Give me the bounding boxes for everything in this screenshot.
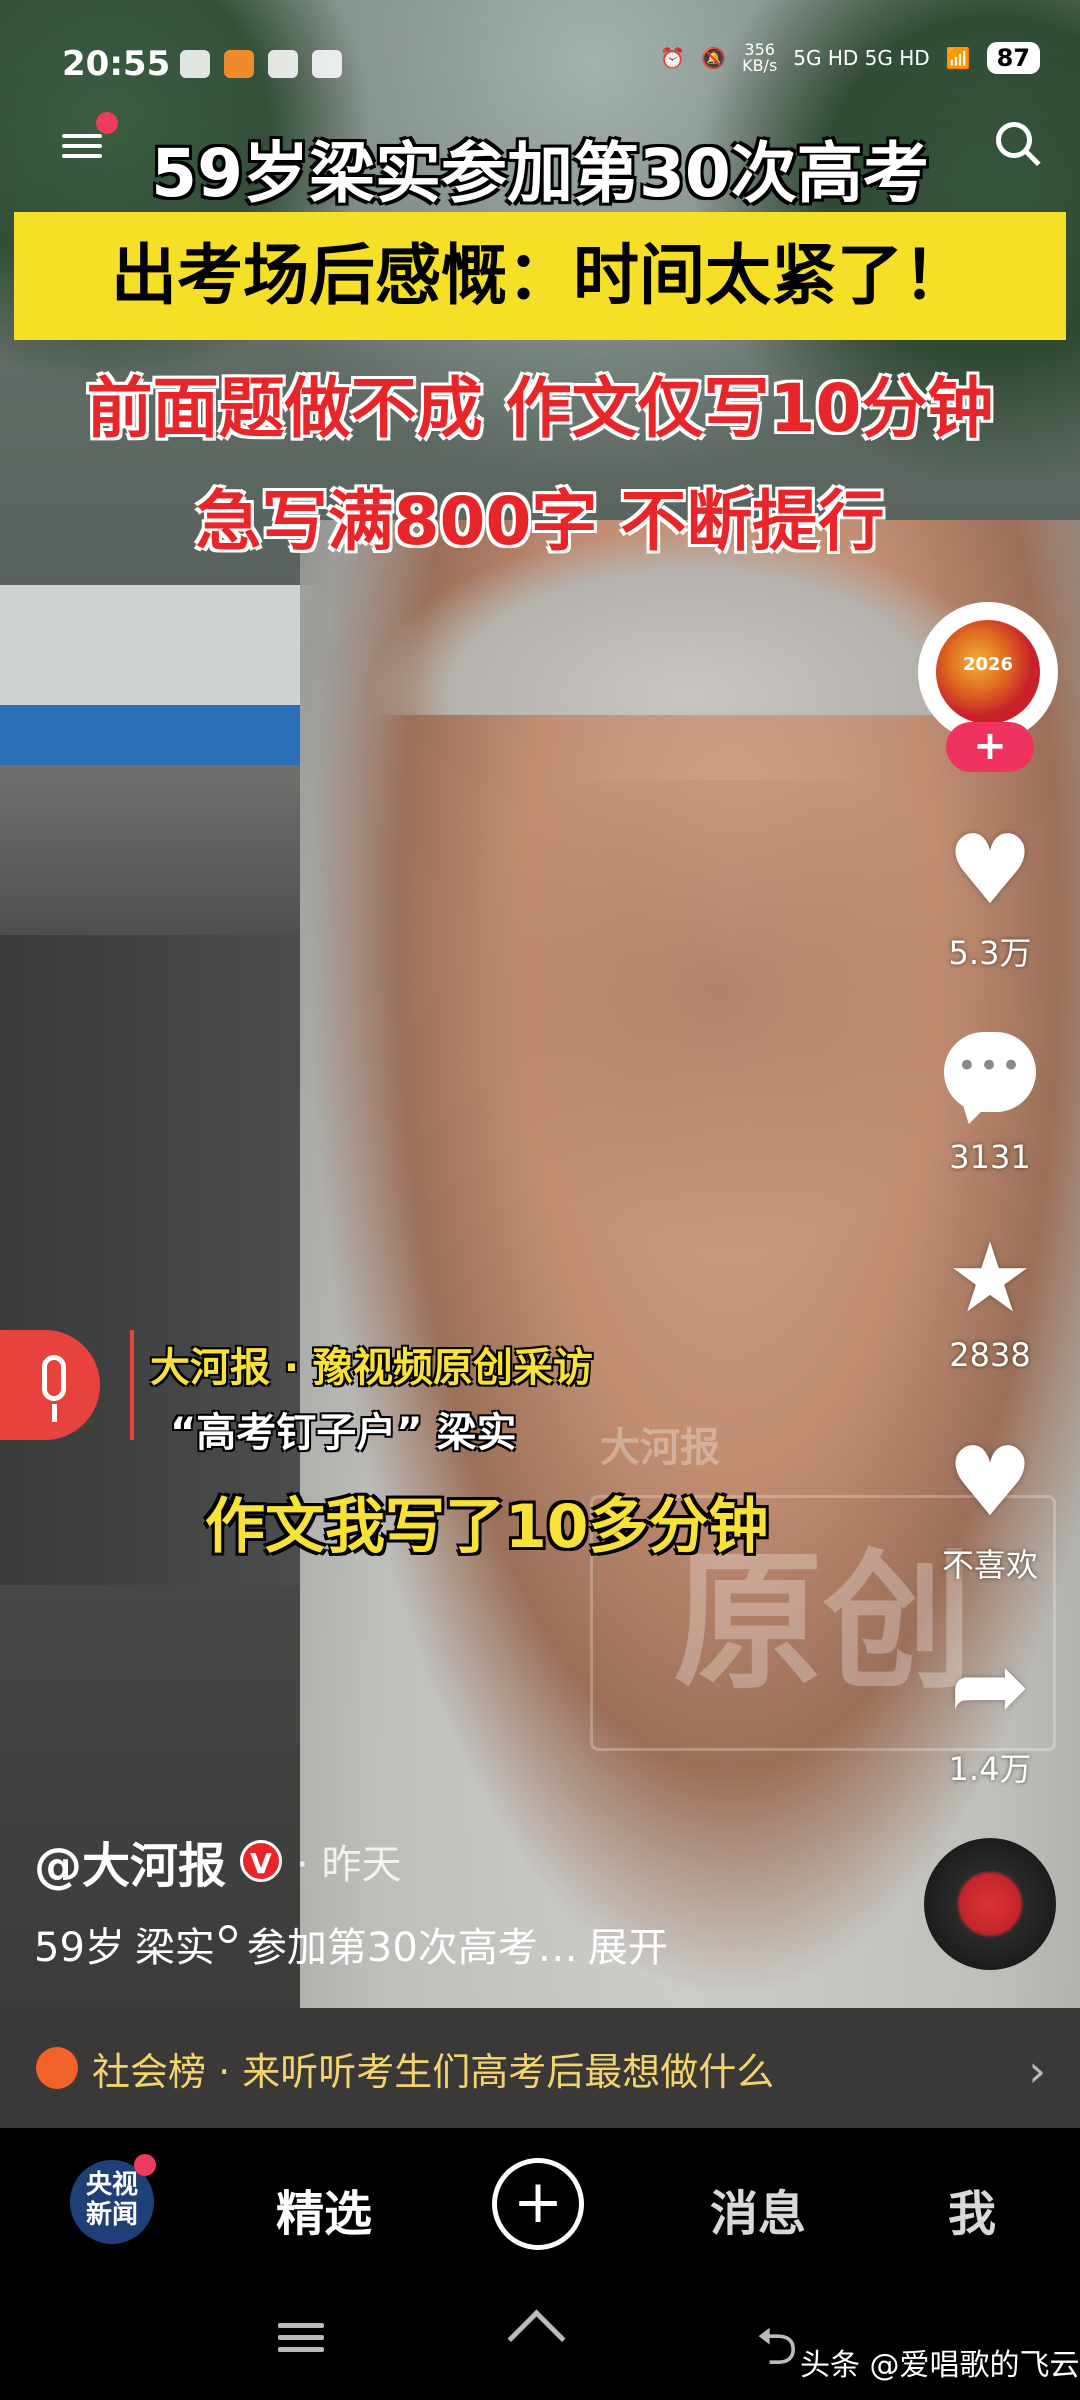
video-title-line1: 59岁梁实参加第30次高考 <box>151 135 929 212</box>
favorite-count: 2838 <box>949 1336 1031 1374</box>
favorite-button[interactable]: ★ 2838 <box>920 1228 1060 1374</box>
star-icon: ★ <box>946 1222 1034 1334</box>
follow-button[interactable]: + <box>946 722 1034 772</box>
caption-quote: 作文我写了10多分钟 <box>205 1492 769 1562</box>
tab-me[interactable]: 我 <box>948 2174 996 2244</box>
search-tag-icon <box>218 1925 237 1943</box>
signal-label: 5G HD 5G HD <box>793 46 930 70</box>
network-speed: 356 KB/s <box>742 40 778 75</box>
author-name[interactable]: @大河报 <box>34 1826 226 1896</box>
author-avatar[interactable]: 2026 <box>918 602 1058 742</box>
caption-source: 大河报 · 豫视频原创采访 <box>150 1345 594 1391</box>
status-right: ⏰ 🔕 356 KB/s 5G HD 5G HD 📶 87 <box>660 42 1040 74</box>
author-row: @大河报 V · 昨天 <box>34 1826 401 1896</box>
dislike-label: 不喜欢 <box>941 1546 1038 1584</box>
share-button[interactable]: ➦ 1.4万 <box>920 1636 1060 1790</box>
desc-text: 参加第30次高考… <box>246 1925 578 1971</box>
battery-indicator: 87 <box>986 42 1040 74</box>
paw-icon <box>312 50 342 78</box>
watermark-credit: 头条 @爱唱歌的飞云 <box>800 2348 1080 2383</box>
bottom-nav: 央视 新闻 精选 + 消息 我 <box>0 2128 1080 2278</box>
like-count: 5.3万 <box>948 934 1032 972</box>
watermark-logo: 大河报 <box>600 1425 720 1471</box>
app-notification-icon <box>224 50 254 78</box>
chevron-right-icon: › <box>1028 2046 1046 2097</box>
desc-text: 59岁 <box>34 1925 125 1971</box>
comment-button[interactable]: 3131 <box>920 1032 1060 1176</box>
video-title-line4: 急写满800字 不断提行 <box>195 483 885 560</box>
verified-badge: V <box>240 1840 283 1882</box>
comment-count: 3131 <box>949 1138 1031 1176</box>
video-title-line2: 出考场后感慨：时间太紧了！ <box>14 212 1066 340</box>
post-description[interactable]: 59岁 梁实 参加第30次高考… 展开 <box>34 1915 668 1973</box>
expand-link[interactable]: 展开 <box>588 1915 668 1973</box>
like-button[interactable]: ♥ 5.3万 <box>920 820 1060 974</box>
hot-topic-text: 社会榜 · 来听听考生们高考后最想做什么 <box>92 2049 775 2094</box>
post-time: · 昨天 <box>296 1842 402 1888</box>
video-title-line3: 前面题做不成 作文仅写10分钟 <box>86 370 994 447</box>
hot-topic-bar[interactable]: 社会榜 · 来听听考生们高考后最想做什么 › <box>0 2008 1080 2128</box>
app-notification-icon <box>268 50 298 78</box>
status-time: 20:55 <box>62 44 171 84</box>
mute-icon: 🔕 <box>701 46 727 70</box>
wifi-icon: 📶 <box>945 46 971 70</box>
alarm-icon: ⏰ <box>660 46 686 70</box>
share-arrow-icon: ➦ <box>949 1630 1031 1742</box>
heart-icon: ♥ <box>946 814 1034 926</box>
recent-apps-button[interactable] <box>278 2316 324 2352</box>
app-screen: 20:55 ⏰ 🔕 356 KB/s 5G HD 5G HD 📶 87 59岁梁实… <box>0 0 1080 2400</box>
comment-icon <box>944 1032 1036 1112</box>
tab-featured[interactable]: 精选 <box>276 2174 372 2244</box>
caption-divider <box>130 1330 134 1440</box>
trending-icon <box>36 2047 78 2089</box>
caption-speaker: “高考钉子户” 梁实 <box>170 1410 517 1456</box>
status-bar: 20:55 ⏰ 🔕 356 KB/s 5G HD 5G HD 📶 87 <box>0 0 1080 120</box>
avatar-year: 2026 <box>962 654 1014 675</box>
music-disc[interactable] <box>924 1838 1056 1970</box>
share-count: 1.4万 <box>948 1750 1032 1788</box>
create-post-button[interactable]: + <box>492 2158 584 2250</box>
notification-dot <box>134 2154 156 2176</box>
tab-messages[interactable]: 消息 <box>710 2174 806 2244</box>
notification-icons <box>180 50 342 78</box>
desc-tag[interactable]: 梁实 <box>135 1915 237 1973</box>
home-button[interactable] <box>510 2310 566 2356</box>
broken-heart-icon: ♥ <box>946 1426 1034 1538</box>
dislike-button[interactable]: ♥ 不喜欢 <box>920 1432 1060 1586</box>
app-notification-icon <box>180 50 210 78</box>
back-button[interactable]: ⮌ <box>756 2308 798 2397</box>
